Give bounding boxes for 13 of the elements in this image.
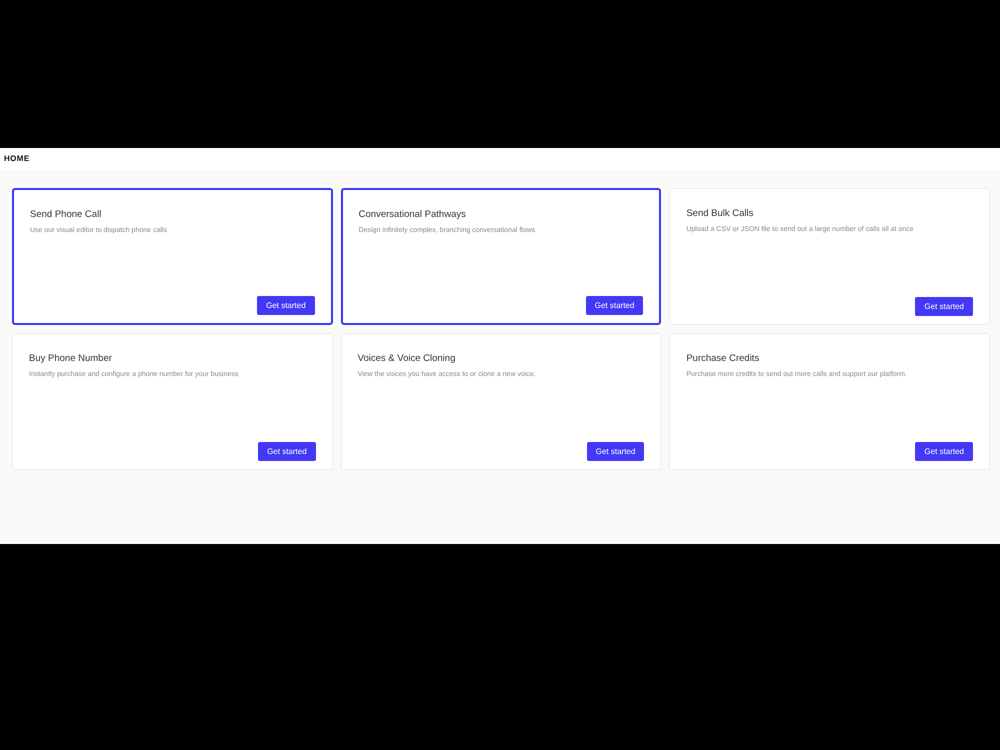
get-started-button[interactable]: Get started [915,297,973,316]
get-started-button[interactable]: Get started [586,442,644,461]
card-title: Purchase Credits [686,352,760,366]
card-title: Voices & Voice Cloning [358,352,456,366]
get-started-button[interactable]: Get started [915,442,973,461]
card-title: Conversational Pathways [358,208,467,222]
page-title: HOME [4,153,30,165]
card-title: Buy Phone Number [29,352,113,366]
get-started-button[interactable]: Get started [258,442,316,461]
get-started-button[interactable]: Get started [257,296,315,315]
card-title: Send Bulk Calls [686,207,754,221]
card-title: Send Phone Call [30,208,102,222]
get-started-button[interactable]: Get started [586,296,644,315]
